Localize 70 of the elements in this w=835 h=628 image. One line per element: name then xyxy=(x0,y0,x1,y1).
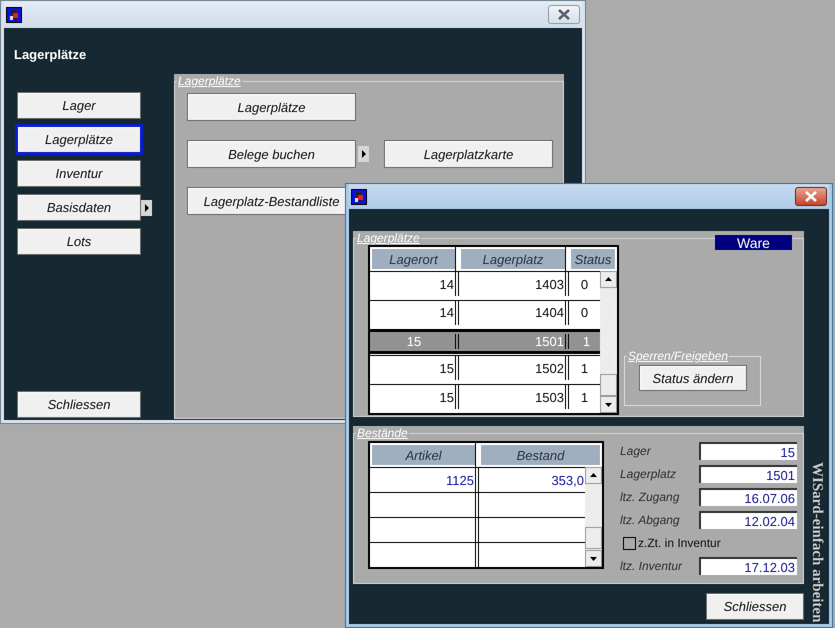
table-cell: 1404 xyxy=(459,300,569,325)
close-button[interactable]: Schliessen xyxy=(17,391,141,418)
input-field[interactable]: 1501 xyxy=(699,465,797,483)
table-row[interactable]: 1125 353,0 xyxy=(370,467,585,492)
input-field[interactable]: 12.02.04 xyxy=(699,511,797,529)
close-icon xyxy=(804,191,818,202)
scroll-thumb[interactable] xyxy=(600,374,617,396)
table-cell: 14 xyxy=(370,272,459,296)
input-field[interactable]: 15 xyxy=(699,442,797,460)
checkbox-label: z.Zt. in Inventur xyxy=(638,536,721,550)
table-row[interactable]: 15 1503 1 xyxy=(370,384,600,410)
table-cell-text: 1 xyxy=(580,388,590,407)
nav-button[interactable]: Lagerplätze xyxy=(17,126,141,153)
table-cell: 1403 xyxy=(459,272,569,296)
table-cell: 15 xyxy=(374,334,459,349)
column-header[interactable]: Status xyxy=(569,247,617,271)
scrollbar[interactable] xyxy=(600,271,617,413)
table-row[interactable] xyxy=(370,542,585,567)
table-cell: 15 xyxy=(370,356,459,380)
action-button[interactable]: Lagerplatzkarte xyxy=(384,140,553,168)
table-cell-text: 353,0 xyxy=(550,472,585,490)
table-cell-text: 1 xyxy=(582,334,592,349)
group-title: Lagerplätze xyxy=(356,233,421,243)
scroll-up-button[interactable] xyxy=(600,271,617,288)
table-cell: 1503 xyxy=(459,385,569,410)
field-label: ltz. Zugang xyxy=(620,490,680,504)
input-field[interactable]: 17.12.03 xyxy=(699,557,797,575)
scroll-down-button[interactable] xyxy=(600,396,617,413)
field-label: ltz. Inventur xyxy=(620,559,684,573)
nav-button[interactable]: Lager xyxy=(17,92,141,119)
close-icon xyxy=(557,9,571,20)
column-header[interactable]: Bestand xyxy=(479,443,602,467)
input-field[interactable]: 16.07.06 xyxy=(699,488,797,506)
table-cell: 1501 xyxy=(463,334,569,349)
table-row[interactable]: 14 1403 0 xyxy=(370,271,600,296)
nav-button[interactable]: Basisdaten xyxy=(17,194,141,221)
window-close-button[interactable] xyxy=(548,5,580,24)
close-button[interactable]: Schliessen xyxy=(706,593,804,620)
group-title: Lagerplätze xyxy=(177,76,242,86)
action-button[interactable]: Lagerplätze xyxy=(187,93,356,121)
slogan-text: WISard-einfach arbeiten xyxy=(808,462,825,622)
app-icon xyxy=(6,6,22,22)
table-row[interactable] xyxy=(370,517,585,542)
group-title: Sperren/Freigeben xyxy=(627,351,730,361)
table-cell-text: 0 xyxy=(580,304,590,322)
field-label: Lagerplatz xyxy=(620,467,678,481)
table-row[interactable] xyxy=(370,492,585,517)
field-label: ltz. Abgang xyxy=(620,513,681,527)
table-cell-text: 1 xyxy=(580,360,590,378)
status-button[interactable]: Status ändern xyxy=(639,365,747,391)
table-row[interactable]: 14 1404 0 xyxy=(370,300,600,325)
category-label: Ware xyxy=(715,235,792,250)
table-row[interactable]: 15 1502 1 xyxy=(370,355,600,380)
nav-button[interactable]: Lots xyxy=(17,228,141,255)
action-button[interactable]: Belege buchen xyxy=(187,140,356,168)
scrollbar[interactable] xyxy=(585,467,602,567)
app-icon xyxy=(351,188,367,204)
table-cell: 1502 xyxy=(459,356,569,380)
table-cell-text: 0 xyxy=(580,276,590,294)
scroll-down-button[interactable] xyxy=(585,550,602,567)
table-cell: 15 xyxy=(370,385,459,410)
scroll-thumb[interactable] xyxy=(585,527,602,549)
checkbox[interactable] xyxy=(623,536,636,550)
page-heading: Lagerplätze xyxy=(14,47,88,62)
table-cell: 14 xyxy=(370,300,459,325)
group-title: Bestände xyxy=(356,428,409,438)
field-label: Lager xyxy=(620,444,652,458)
nav-button[interactable]: Inventur xyxy=(17,160,141,187)
window-close-button[interactable] xyxy=(795,187,827,206)
scroll-up-button[interactable] xyxy=(585,467,602,484)
